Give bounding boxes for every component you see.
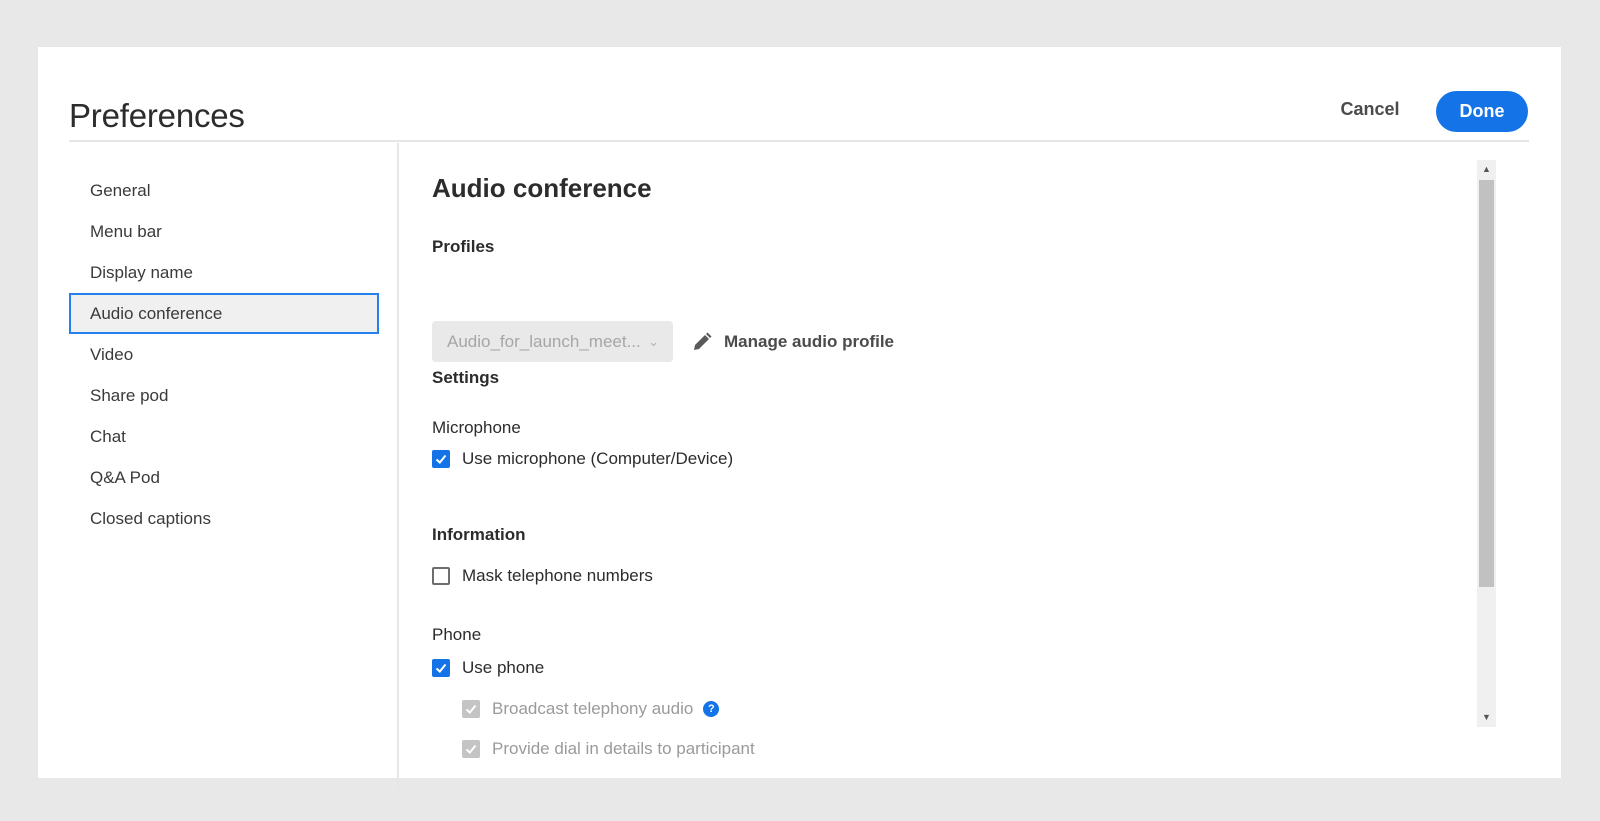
section-title: Audio conference <box>432 173 652 203</box>
sidebar-item-label: Share pod <box>90 386 169 405</box>
scroll-up-arrow-icon[interactable]: ▲ <box>1477 160 1496 179</box>
profile-select-value: Audio_for_launch_meet... <box>447 332 641 351</box>
sidebar-item-label: Menu bar <box>90 222 162 241</box>
profiles-label: Profiles <box>432 237 495 256</box>
checkmark-icon <box>435 663 447 673</box>
manage-audio-profile-button[interactable]: Manage audio profile <box>692 328 894 356</box>
settings-panel: Audio conference Profiles Audio_for_laun… <box>432 162 1492 787</box>
sidebar-item-audio-conference[interactable]: Audio conference <box>69 293 379 334</box>
sidebar-item-video[interactable]: Video <box>69 334 379 375</box>
header-divider <box>69 140 1529 142</box>
sidebar-item-label: Chat <box>90 427 126 446</box>
provide-dial-in-details-label: Provide dial in details to participant <box>492 739 755 758</box>
vertical-scrollbar[interactable]: ▲ ▼ <box>1477 160 1496 727</box>
microphone-label: Microphone <box>432 418 521 437</box>
information-label: Information <box>432 525 526 544</box>
use-microphone-label: Use microphone (Computer/Device) <box>462 449 734 468</box>
manage-audio-profile-label: Manage audio profile <box>724 332 895 351</box>
sidebar-item-label: Audio conference <box>90 304 223 323</box>
checkbox-checked <box>432 659 450 677</box>
scrollbar-thumb[interactable] <box>1479 180 1494 587</box>
phone-label: Phone <box>432 625 482 644</box>
broadcast-telephony-audio-checkbox[interactable]: Broadcast telephony audio ? <box>462 699 720 719</box>
checkmark-icon <box>435 454 447 464</box>
cancel-button[interactable]: Cancel <box>1328 91 1412 127</box>
checkmark-icon <box>465 704 477 714</box>
sidebar-item-label: Display name <box>90 263 193 282</box>
mask-telephone-numbers-checkbox[interactable]: Mask telephone numbers <box>432 566 653 586</box>
dialog-title: Preferences <box>69 97 245 134</box>
use-phone-label: Use phone <box>462 658 545 677</box>
provide-dial-in-details-checkbox[interactable]: Provide dial in details to participant <box>462 739 755 759</box>
help-icon[interactable]: ? <box>703 701 720 717</box>
sidebar-item-display-name[interactable]: Display name <box>69 252 379 293</box>
settings-label: Settings <box>432 368 500 387</box>
sidebar-item-label: General <box>90 181 151 200</box>
checkbox-unchecked <box>432 567 450 585</box>
sidebar-item-label: Video <box>90 345 134 364</box>
sidebar-item-chat[interactable]: Chat <box>69 416 379 457</box>
use-microphone-checkbox[interactable]: Use microphone (Computer/Device) <box>432 449 733 469</box>
sidebar-item-label: Q&A Pod <box>90 468 160 487</box>
pencil-icon <box>694 332 712 350</box>
sidebar-item-share-pod[interactable]: Share pod <box>69 375 379 416</box>
sidebar-item-general[interactable]: General <box>69 170 379 211</box>
sidebar-divider <box>397 143 399 789</box>
sidebar-nav: General Menu bar Display name Audio conf… <box>69 170 379 539</box>
profile-select[interactable]: Audio_for_launch_meet... ⌄ <box>432 321 673 362</box>
sidebar-item-qa-pod[interactable]: Q&A Pod <box>69 457 379 498</box>
chevron-down-icon: ⌄ <box>648 334 659 349</box>
done-button[interactable]: Done <box>1436 91 1528 132</box>
checkbox-checked-disabled <box>462 700 480 718</box>
scroll-down-arrow-icon[interactable]: ▼ <box>1477 708 1496 727</box>
checkmark-icon <box>465 744 477 754</box>
preferences-dialog: Preferences Cancel Done General Menu bar… <box>38 47 1561 789</box>
sidebar-item-closed-captions[interactable]: Closed captions <box>69 498 379 539</box>
checkbox-checked-disabled <box>462 740 480 758</box>
sidebar-item-menu-bar[interactable]: Menu bar <box>69 211 379 252</box>
broadcast-telephony-audio-label: Broadcast telephony audio <box>492 699 694 718</box>
checkbox-checked <box>432 450 450 468</box>
mask-telephone-numbers-label: Mask telephone numbers <box>462 566 653 585</box>
sidebar-item-label: Closed captions <box>90 509 211 528</box>
use-phone-checkbox[interactable]: Use phone <box>432 658 544 678</box>
